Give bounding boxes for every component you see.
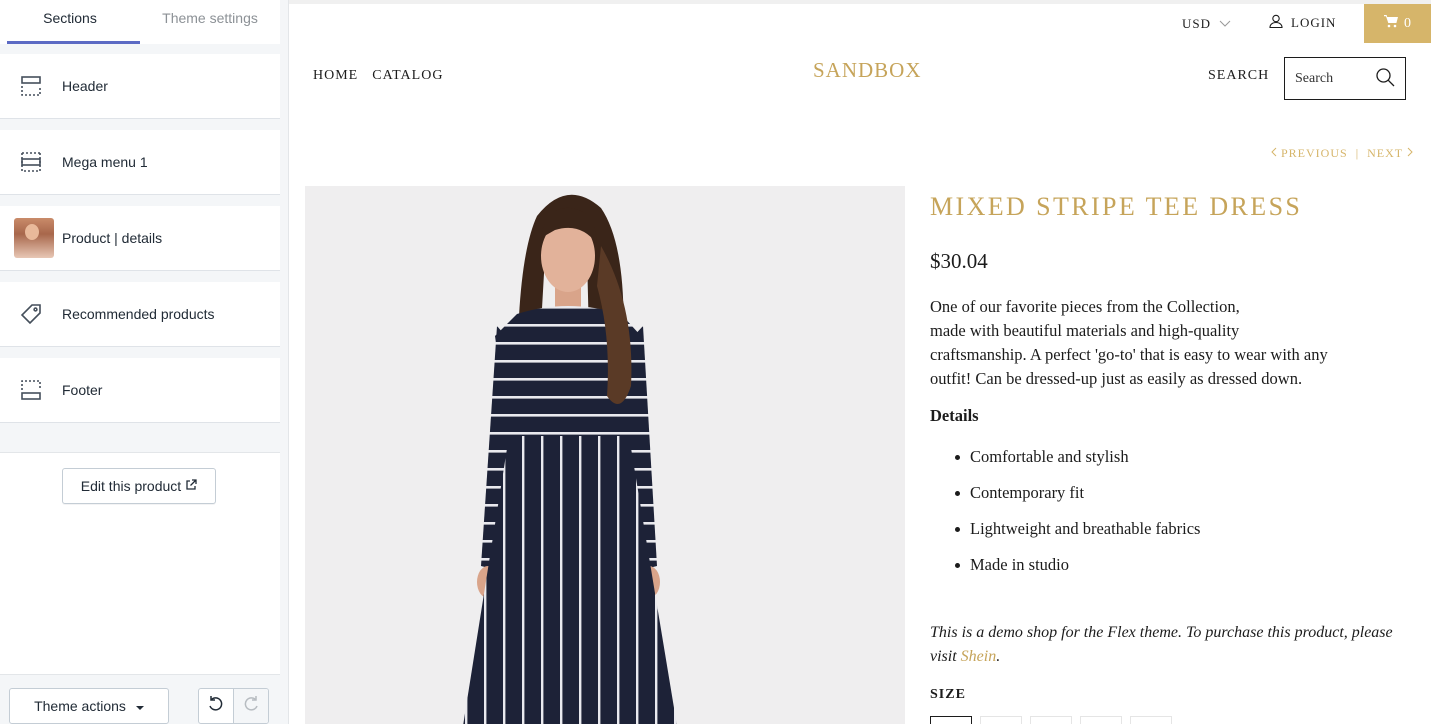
shein-link[interactable]: Shein: [961, 648, 997, 665]
footer-layout-icon: [0, 379, 62, 401]
tag-icon: [0, 303, 62, 325]
size-label: SIZE: [930, 687, 966, 702]
section-item-recommended-products[interactable]: Recommended products: [0, 282, 280, 346]
login-link[interactable]: LOGIN: [1269, 14, 1336, 32]
details-heading: Details: [930, 406, 979, 425]
list-item: Comfortable and stylish: [930, 445, 1200, 481]
search-link[interactable]: SEARCH: [1208, 68, 1269, 84]
previous-link[interactable]: PREVIOUS: [1270, 146, 1348, 161]
nav-catalog[interactable]: CATALOG: [372, 68, 443, 84]
details-list: Comfortable and stylish Contemporary fit…: [930, 445, 1200, 589]
currency-value: USD: [1182, 16, 1212, 31]
section-item-mega-menu[interactable]: Mega menu 1: [0, 130, 280, 194]
cart-count: 0: [1404, 15, 1411, 31]
edit-product-button[interactable]: Edit this product: [62, 468, 216, 504]
chevron-down-icon: [1219, 16, 1231, 32]
section-list: Header Mega menu 1 Product | details Rec…: [0, 54, 280, 434]
cart-icon: [1384, 14, 1398, 33]
section-item-product-details[interactable]: Product | details: [0, 206, 280, 270]
main-nav: HOME CATALOG: [313, 68, 443, 84]
description-line: made with beautiful materials and high-q…: [930, 321, 1240, 340]
section-item-header[interactable]: Header: [0, 54, 280, 118]
pagination-separator: |: [1355, 146, 1360, 160]
external-link-icon: [185, 478, 197, 494]
product-pagination: PREVIOUS | NEXT: [1270, 146, 1414, 161]
store-preview: USD LOGIN 0 HOME CATALOG SANDBOX SEARCH …: [289, 4, 1431, 724]
section-label: Footer: [62, 382, 103, 398]
tab-sections[interactable]: Sections: [0, 0, 140, 44]
store-logo[interactable]: SANDBOX: [813, 58, 922, 83]
list-item: Lightweight and breathable fabrics: [930, 517, 1200, 553]
header-layout-icon: [0, 75, 62, 97]
search-input[interactable]: Search: [1284, 57, 1406, 100]
list-item: Contemporary fit: [930, 481, 1200, 517]
mega-menu-layout-icon: [0, 151, 62, 173]
size-option[interactable]: [1030, 716, 1072, 724]
section-label: Product | details: [62, 230, 163, 246]
product-thumbnail: [14, 218, 54, 258]
editor-sidebar: Sections Theme settings Header Mega menu…: [0, 0, 289, 724]
size-option[interactable]: [1130, 716, 1172, 724]
cart-button[interactable]: 0: [1364, 4, 1431, 43]
product-price: $30.04: [930, 249, 988, 273]
theme-actions-label: Theme actions: [34, 698, 126, 714]
list-item: Made in studio: [930, 553, 1200, 589]
product-title: MIXED STRIPE TEE DRESS: [930, 192, 1303, 221]
size-option[interactable]: [930, 716, 972, 724]
caret-down-icon: [135, 698, 144, 714]
description-line: One of our favorite pieces from the Coll…: [930, 297, 1240, 316]
previous-label: PREVIOUS: [1281, 146, 1348, 160]
search-placeholder: Search: [1295, 70, 1334, 86]
product-description: One of our favorite pieces from the Coll…: [930, 295, 1400, 391]
edit-product-label: Edit this product: [80, 478, 182, 494]
section-item-footer[interactable]: Footer: [0, 358, 280, 422]
editor-tabs: Sections Theme settings: [0, 0, 280, 44]
history-controls: [198, 688, 269, 724]
redo-button[interactable]: [233, 689, 268, 723]
undo-button[interactable]: [199, 689, 233, 723]
login-label: LOGIN: [1291, 15, 1337, 30]
next-label: NEXT: [1367, 146, 1403, 160]
redo-icon: [242, 695, 260, 718]
demo-shop-note: This is a demo shop for the Flex theme. …: [930, 621, 1400, 669]
size-option[interactable]: [980, 716, 1022, 724]
chevron-right-icon: [1407, 146, 1414, 160]
search-icon: [1375, 67, 1395, 92]
size-option[interactable]: [1080, 716, 1122, 724]
description-line: craftsmanship. A perfect 'go-to' that is…: [930, 345, 1328, 364]
chevron-left-icon: [1270, 146, 1281, 160]
section-label: Recommended products: [62, 306, 215, 322]
theme-actions-button[interactable]: Theme actions: [9, 688, 169, 724]
next-link[interactable]: NEXT: [1367, 146, 1414, 161]
section-label: Header: [62, 78, 108, 94]
nav-home[interactable]: HOME: [313, 68, 358, 84]
undo-icon: [207, 695, 225, 718]
tab-theme-settings[interactable]: Theme settings: [140, 0, 280, 44]
section-label: Mega menu 1: [62, 154, 148, 170]
product-image[interactable]: [305, 186, 905, 724]
description-line: outfit! Can be dressed-up just as easily…: [930, 369, 1303, 388]
note-end: .: [996, 648, 1001, 665]
user-icon: [1269, 14, 1283, 32]
currency-selector[interactable]: USD: [1182, 16, 1231, 32]
